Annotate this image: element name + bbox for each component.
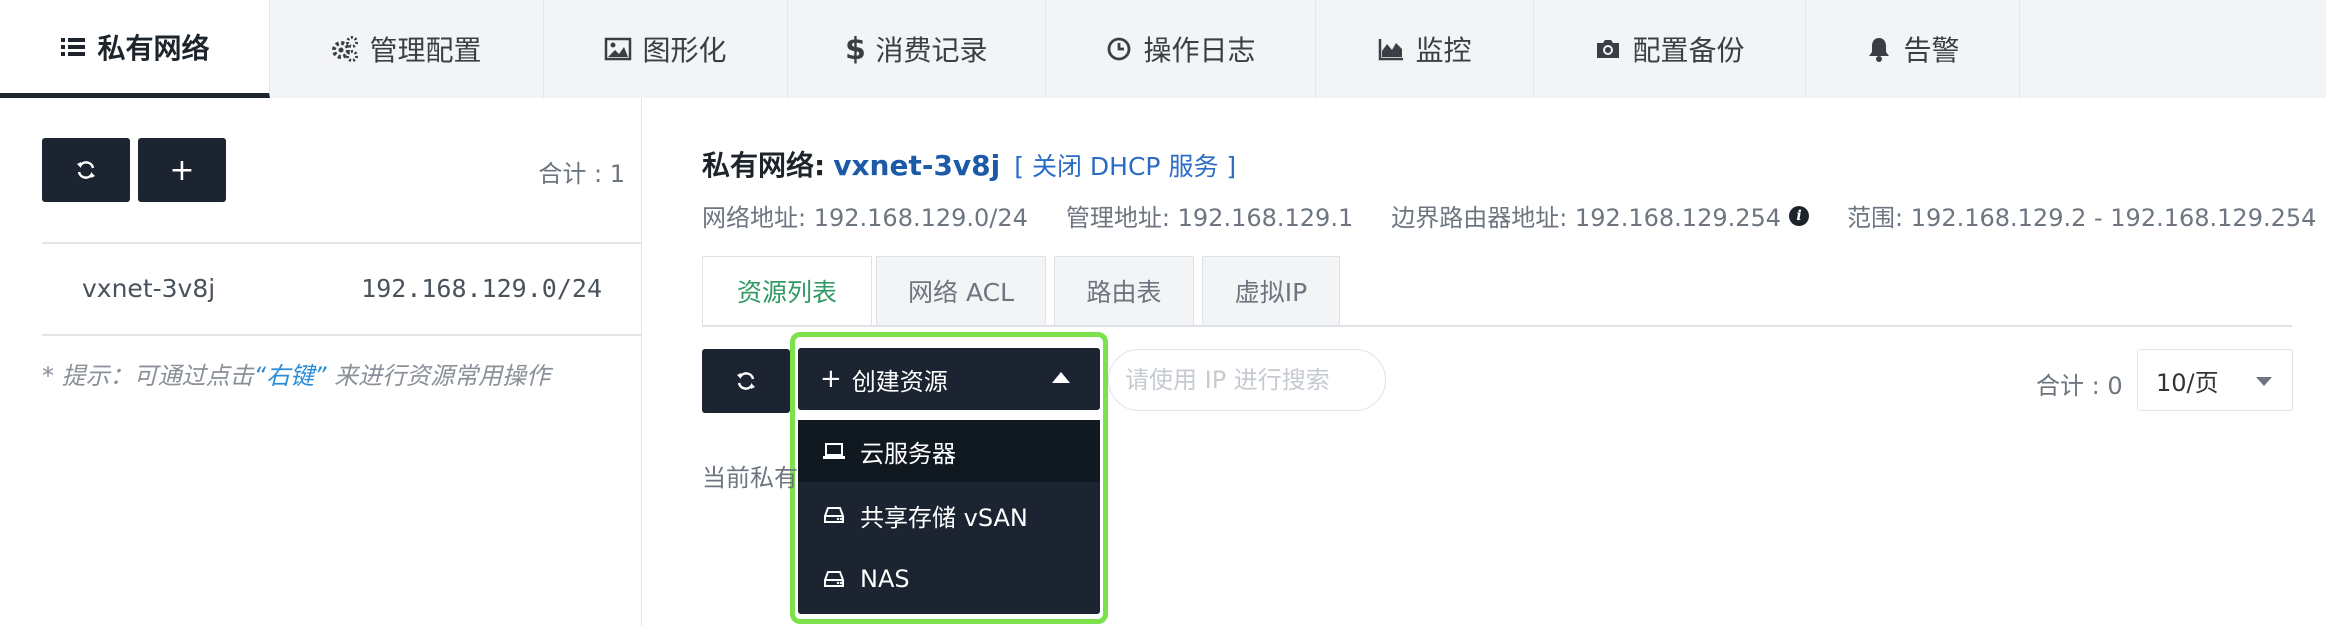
subtab-route-table[interactable]: 路由表 [1054,256,1194,326]
subtab-label: 路由表 [1086,278,1162,307]
page-size-select[interactable]: 10/页 [2137,349,2293,411]
vxnet-name: vxnet-3v8j [82,274,216,303]
add-label: + [169,152,195,188]
menu-item-nas[interactable]: NAS [798,548,1100,610]
close-dhcp-link[interactable]: [ 关闭 DHCP 服务 ] [1014,152,1236,181]
top-tab-bar: 私有网络 管理配置 图形化 $ 消费记录 操作日志 监控 配置备份 告警 [0,0,2326,98]
tab-alarm[interactable]: 告警 [1806,0,2020,98]
hdd-icon [822,503,846,527]
subtab-network-acl[interactable]: 网络 ACL [876,256,1046,326]
caret-up-icon [1052,372,1070,383]
border-router-address-wrap: 边界路由器地址: 192.168.129.254 i [1391,198,1810,233]
subtab-resource-list[interactable]: 资源列表 [702,256,872,326]
tab-config-backup[interactable]: 配置备份 [1534,0,1806,98]
info-icon[interactable]: i [1789,205,1810,226]
tab-vxnet[interactable]: 私有网络 [0,0,270,98]
tab-graphical[interactable]: 图形化 [544,0,788,98]
menu-item-label: NAS [860,565,910,593]
vxnet-cidr: 192.168.129.0/24 [361,274,602,303]
create-resource-label: 创建资源 [851,367,948,396]
divider [42,334,642,336]
plus-icon: + [820,364,842,394]
vxnet-info: 网络地址: 192.168.129.0/24 管理地址: 192.168.129… [702,198,2326,233]
subtab-virtual-ip[interactable]: 虚拟IP [1202,256,1340,326]
tab-label: 管理配置 [369,34,482,67]
vxnet-list-item[interactable]: vxnet-3v8j 192.168.129.0/24 [42,244,642,334]
menu-item-vsan[interactable]: 共享存储 vSAN [798,484,1100,546]
manage-address: 管理地址: 192.168.129.1 [1065,204,1354,232]
area-chart-icon [1377,35,1405,63]
tab-manage-config[interactable]: 管理配置 [270,0,544,98]
tab-monitor[interactable]: 监控 [1316,0,1534,98]
subtab-label: 虚拟IP [1234,278,1308,307]
title-label: 私有网络: [702,149,826,182]
menu-item-label: 共享存储 vSAN [860,503,1028,532]
clock-icon [1105,35,1133,63]
border-router-address: 边界路由器地址: 192.168.129.254 [1391,204,1782,232]
tab-label: 配置备份 [1632,34,1745,67]
vxnet-list-panel: + 合计 : 1 vxnet-3v8j 192.168.129.0/24 * 提… [42,98,642,626]
resource-refresh-button[interactable] [702,349,790,413]
ip-range: 范围: 192.168.129.2 - 192.168.129.254 [1847,204,2317,232]
title-vxnet-id[interactable]: vxnet-3v8j [833,149,1000,182]
list-icon [59,33,87,61]
tab-label: 告警 [1903,34,1960,67]
chevron-down-icon [2256,377,2272,386]
ip-search-input[interactable] [1108,349,1386,411]
resource-total-count: 合计 : 0 [2036,372,2123,400]
camera-icon [1594,35,1622,63]
tab-label: 操作日志 [1143,34,1256,67]
refresh-icon [77,161,95,179]
subtab-label: 资源列表 [736,278,837,307]
tab-operation-log[interactable]: 操作日志 [1046,0,1316,98]
gears-icon [331,35,359,63]
tab-billing[interactable]: $ 消费记录 [788,0,1046,98]
create-resource-menu: 云服务器 共享存储 vSAN NAS [798,420,1100,614]
subtab-divider [702,325,2292,327]
tab-label: 监控 [1415,34,1472,67]
tip-prefix: * 提示：可通过点击 [42,362,254,390]
network-address: 网络地址: 192.168.129.0/24 [702,204,1028,232]
image-icon [604,35,632,63]
menu-item-cloud-server[interactable]: 云服务器 [798,420,1100,482]
tab-label: 图形化 [642,34,727,67]
tab-label: 消费记录 [875,34,988,67]
tab-label: 私有网络 [97,31,210,65]
hdd-icon [822,567,846,591]
subtab-label: 网络 ACL [908,278,1014,307]
left-total-count: 合计 : 1 [538,160,625,188]
laptop-icon [822,439,846,463]
create-resource-button[interactable]: + 创建资源 [798,348,1100,410]
tip-suffix: 来进行资源常用操作 [334,362,551,390]
dollar-icon: $ [845,31,866,67]
menu-item-label: 云服务器 [860,439,956,468]
refresh-button[interactable] [42,138,130,202]
page-size-value: 10/页 [2156,368,2219,397]
tip-highlight: “右键” [253,362,327,390]
vxnet-title: 私有网络: vxnet-3v8j [ 关闭 DHCP 服务 ] [702,144,1236,184]
refresh-icon [737,372,755,390]
bell-icon [1865,35,1893,63]
right-click-tip: * 提示：可通过点击“右键” 来进行资源常用操作 [42,356,550,391]
current-vxnet-text: 当前私有 [702,464,798,492]
add-vxnet-button[interactable]: + [138,138,226,202]
